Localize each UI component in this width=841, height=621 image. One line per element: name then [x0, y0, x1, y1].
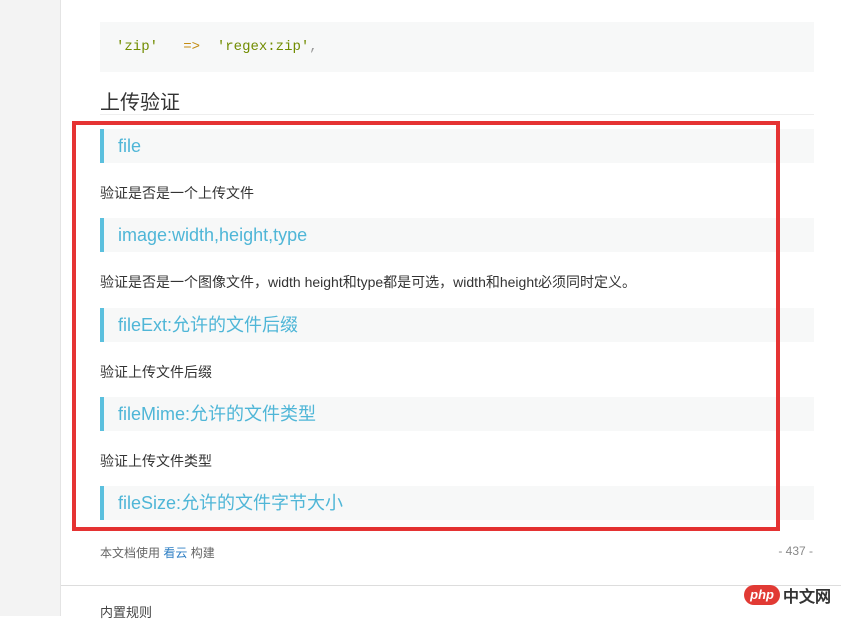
- watermark-text: 中文网: [782, 589, 831, 606]
- footer-suffix: 构建: [190, 546, 215, 560]
- watermark-logo: php: [744, 585, 780, 605]
- watermark: php 中文网: [744, 584, 831, 606]
- footer-credit: 本文档使用 看云 构建: [100, 544, 215, 561]
- next-page-title: 内置规则: [100, 605, 153, 620]
- highlight-box: [72, 121, 780, 531]
- code-key: 'zip': [116, 39, 159, 55]
- footer-link[interactable]: 看云: [163, 546, 187, 560]
- next-page: [61, 585, 841, 617]
- page-number: - 437 -: [778, 544, 813, 558]
- code-trail: ,: [309, 39, 318, 55]
- code-block: 'zip' => 'regex:zip',: [100, 22, 814, 72]
- code-arrow: =>: [183, 39, 201, 55]
- section-title: 上传验证: [100, 92, 180, 114]
- title-divider: [100, 114, 814, 115]
- left-gutter: [0, 0, 61, 616]
- code-line: 'zip' => 'regex:zip',: [116, 22, 318, 72]
- code-value: 'regex:zip': [216, 39, 310, 55]
- footer-prefix: 本文档使用: [100, 546, 161, 560]
